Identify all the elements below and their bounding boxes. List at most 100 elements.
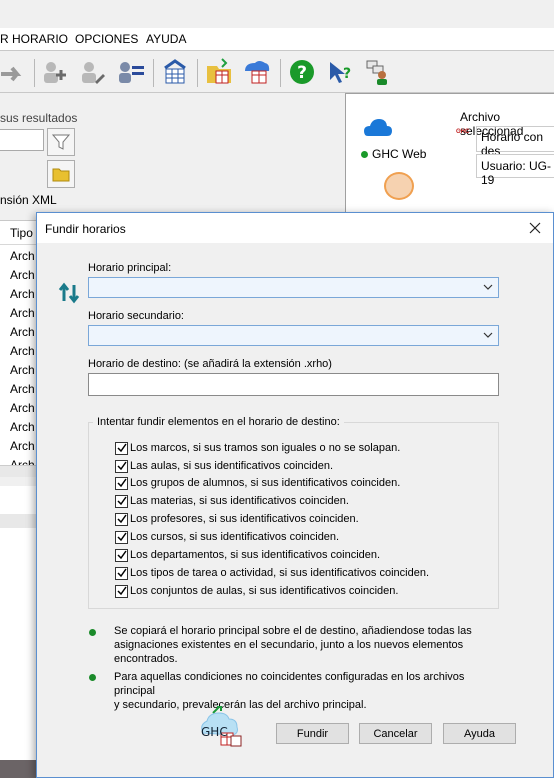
check-icon [116,586,127,596]
menu-ayuda[interactable]: AYUDA [146,32,186,46]
list-item[interactable]: Arch [10,439,35,453]
checkbox-room-sets[interactable]: Los conjuntos de aulas, si sus identific… [115,583,398,599]
ghc-merge-logo: GHC [199,703,243,751]
merge-schedule-icon[interactable] [242,57,272,87]
ghc-web-label[interactable]: GHC Web [372,147,426,161]
chevron-down-icon [483,284,493,290]
check-icon [116,550,127,560]
checkbox-box[interactable] [115,459,128,473]
ghc-badge-text: GHC [456,129,470,135]
check-icon [116,532,127,542]
checkbox-box[interactable] [115,566,128,580]
edit-group-icon[interactable] [78,57,108,87]
checkbox-student-groups[interactable]: Los grupos de alumnos, si sus identifica… [115,475,400,491]
results-label: sus resultados [0,111,78,125]
merge-dialog: Fundir horarios Horario principal: Horar… [36,212,554,778]
checkbox-courses[interactable]: Los cursos, si sus identificativos coinc… [115,529,339,545]
ghc-logo-text: GHC [201,725,228,739]
menu-bar: R HORARIO OPCIONES AYUDA [0,28,554,50]
check-icon [116,478,127,488]
svg-text:?: ? [343,66,351,82]
checkbox-label: Los cursos, si sus identificativos coinc… [130,531,340,543]
column-header-type[interactable]: Tipo [0,221,38,245]
check-icon [116,461,127,471]
checkbox-departments[interactable]: Los departamentos, si sus identificativo… [115,547,380,563]
close-button[interactable] [523,217,547,239]
context-help-icon[interactable]: ? [325,57,355,87]
horizontal-scrollbar[interactable] [0,465,38,477]
dialog-title: Fundir horarios [45,222,126,236]
checkbox-label: Los departamentos, si sus identificativo… [130,549,381,561]
list-item[interactable]: Arch [10,344,35,358]
checkbox-label: Los profesores, si sus identificativos c… [130,513,359,525]
open-folder-button[interactable] [47,160,75,188]
checkbox-teachers[interactable]: Los profesores, si sus identificativos c… [115,511,359,527]
help-button[interactable]: Ayuda [443,723,516,744]
toolbar-separator [280,59,281,87]
checkbox-frames[interactable]: Los marcos, si sus tramos son iguales o … [115,440,400,456]
user-label: Usuario: UG-19 [481,159,552,187]
calendar-icon[interactable] [160,57,190,87]
swap-arrows-icon [58,282,80,304]
list-item[interactable]: Arch [10,382,35,396]
help-icon[interactable]: ? [287,57,317,87]
support-user-icon[interactable] [363,57,393,87]
cloud-arrow-icon[interactable] [0,57,28,87]
menu-horario[interactable]: R HORARIO [0,32,68,46]
add-group-icon[interactable] [40,57,70,87]
checkbox-label: Los conjuntos de aulas, si sus identific… [130,585,399,597]
secondary-schedule-select[interactable] [88,325,499,346]
chevron-down-icon [483,332,493,338]
checkbox-box[interactable] [115,512,128,526]
ghc-file-icon: GHC [456,129,474,147]
filter-button[interactable] [47,128,75,156]
swap-schedules-button[interactable] [57,281,81,305]
checkbox-box[interactable] [115,584,128,598]
check-icon [116,568,127,578]
checkbox-label: Las materias, si sus identificativos coi… [130,495,349,507]
list-item[interactable]: Arch [10,325,35,339]
secondary-schedule-label: Horario secundario: [88,310,184,322]
checkbox-box[interactable] [115,494,128,508]
list-item[interactable]: Arch [10,268,35,282]
check-icon [116,443,127,453]
checkbox-box[interactable] [115,530,128,544]
destination-label: Horario de destino: (se añadirá la exten… [88,358,332,370]
list-item[interactable]: Arch [10,306,35,320]
list-item[interactable]: Arch [10,401,35,415]
search-panel: sus resultados nsión XML [0,93,86,213]
user-list-icon[interactable] [116,57,146,87]
open-schedule-icon[interactable] [204,57,234,87]
checkbox-task-types[interactable]: Los tipos de tarea o actividad, si sus i… [115,565,429,581]
list-item[interactable]: Arch [10,363,35,377]
destination-input[interactable] [88,373,499,396]
list-item[interactable]: Arch [10,287,35,301]
toolbar-separator [197,59,198,87]
filter-icon [51,134,71,150]
list-item[interactable]: Arch [10,420,35,434]
merge-options-title: Intentar fundir elementos en el horario … [93,416,344,428]
search-field[interactable] [0,129,44,151]
main-schedule-select[interactable] [88,277,499,298]
check-icon [116,496,127,506]
info-note-line: Se copiará el horario principal sobre el… [114,625,472,637]
checkbox-label: Las aulas, si sus identificativos coinci… [130,460,333,472]
checkbox-label: Los marcos, si sus tramos son iguales o … [130,442,401,454]
selected-row[interactable] [0,514,38,528]
checkbox-rooms[interactable]: Las aulas, si sus identificativos coinci… [115,458,333,474]
cancel-button[interactable]: Cancelar [359,723,432,744]
merge-button[interactable]: Fundir [276,723,349,744]
checkbox-box[interactable] [115,441,128,455]
info-note-line: asignaciones existentes en el secundario… [114,639,464,651]
folder-icon [52,168,70,182]
toolbar-separator [153,59,154,87]
detail-list [0,486,38,778]
list-item[interactable]: Arch [10,249,35,263]
user-box: Usuario: UG-19 [476,154,554,187]
check-icon [116,514,127,524]
checkbox-box[interactable] [115,548,128,562]
checkbox-box[interactable] [115,476,128,490]
checkbox-subjects[interactable]: Las materias, si sus identificativos coi… [115,493,349,509]
menu-opciones[interactable]: OPCIONES [75,32,138,46]
checkbox-label: Los tipos de tarea o actividad, si sus i… [130,567,429,579]
